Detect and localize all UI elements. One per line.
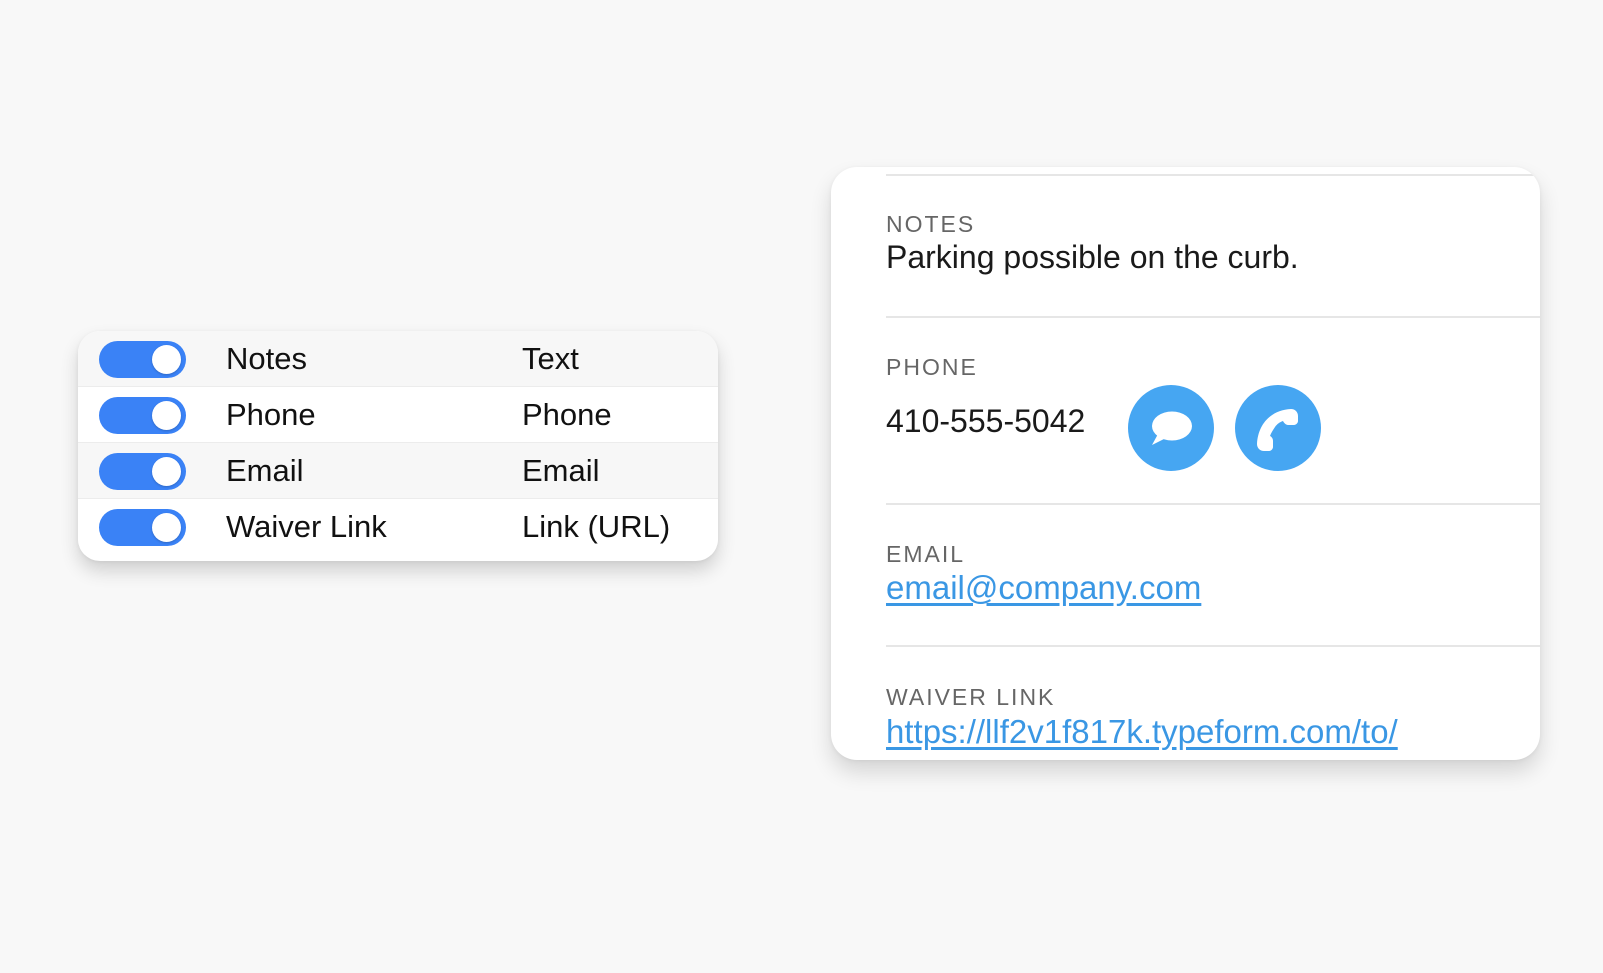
field-row-phone: Phone Phone xyxy=(78,387,718,443)
phone-label: PHONE xyxy=(886,354,978,380)
toggle-knob xyxy=(152,345,181,374)
notes-value: Parking possible on the curb. xyxy=(886,239,1299,275)
toggle-knob xyxy=(152,513,181,542)
phone-value[interactable]: 410-555-5042 xyxy=(886,403,1085,440)
divider xyxy=(886,503,1540,505)
waiver-link-url[interactable]: https://llf2v1f817k.typeform.com/to/ xyxy=(886,713,1398,751)
phone-toggle[interactable] xyxy=(99,397,186,434)
message-bubble-icon xyxy=(1152,411,1192,445)
field-type: Email xyxy=(522,453,600,488)
notes-toggle[interactable] xyxy=(99,341,186,378)
field-type: Text xyxy=(522,341,579,376)
call-button[interactable] xyxy=(1235,385,1321,471)
waiver-link-toggle[interactable] xyxy=(99,509,186,546)
email-toggle[interactable] xyxy=(99,453,186,490)
email-link[interactable]: email@company.com xyxy=(886,569,1201,607)
field-type: Phone xyxy=(522,397,612,432)
field-type: Link (URL) xyxy=(522,509,671,544)
field-name: Notes xyxy=(226,341,307,376)
contact-detail-card: NOTES Parking possible on the curb. PHON… xyxy=(831,167,1540,760)
message-button[interactable] xyxy=(1128,385,1214,471)
phone-icon xyxy=(1257,409,1298,451)
toggle-knob xyxy=(152,401,181,430)
notes-label: NOTES xyxy=(886,211,976,237)
field-name: Phone xyxy=(226,397,316,432)
toggle-knob xyxy=(152,457,181,486)
field-settings-card: Notes Text Phone Phone Email Email Waive… xyxy=(78,331,718,561)
field-row-notes: Notes Text xyxy=(78,331,718,387)
field-name: Email xyxy=(226,453,304,488)
field-row-email: Email Email xyxy=(78,443,718,499)
divider xyxy=(886,174,1540,176)
waiver-link-label: WAIVER LINK xyxy=(886,684,1056,710)
email-label: EMAIL xyxy=(886,541,966,567)
divider xyxy=(886,645,1540,647)
field-row-waiver-link: Waiver Link Link (URL) xyxy=(78,499,718,555)
divider xyxy=(886,316,1540,318)
field-name: Waiver Link xyxy=(226,509,387,544)
